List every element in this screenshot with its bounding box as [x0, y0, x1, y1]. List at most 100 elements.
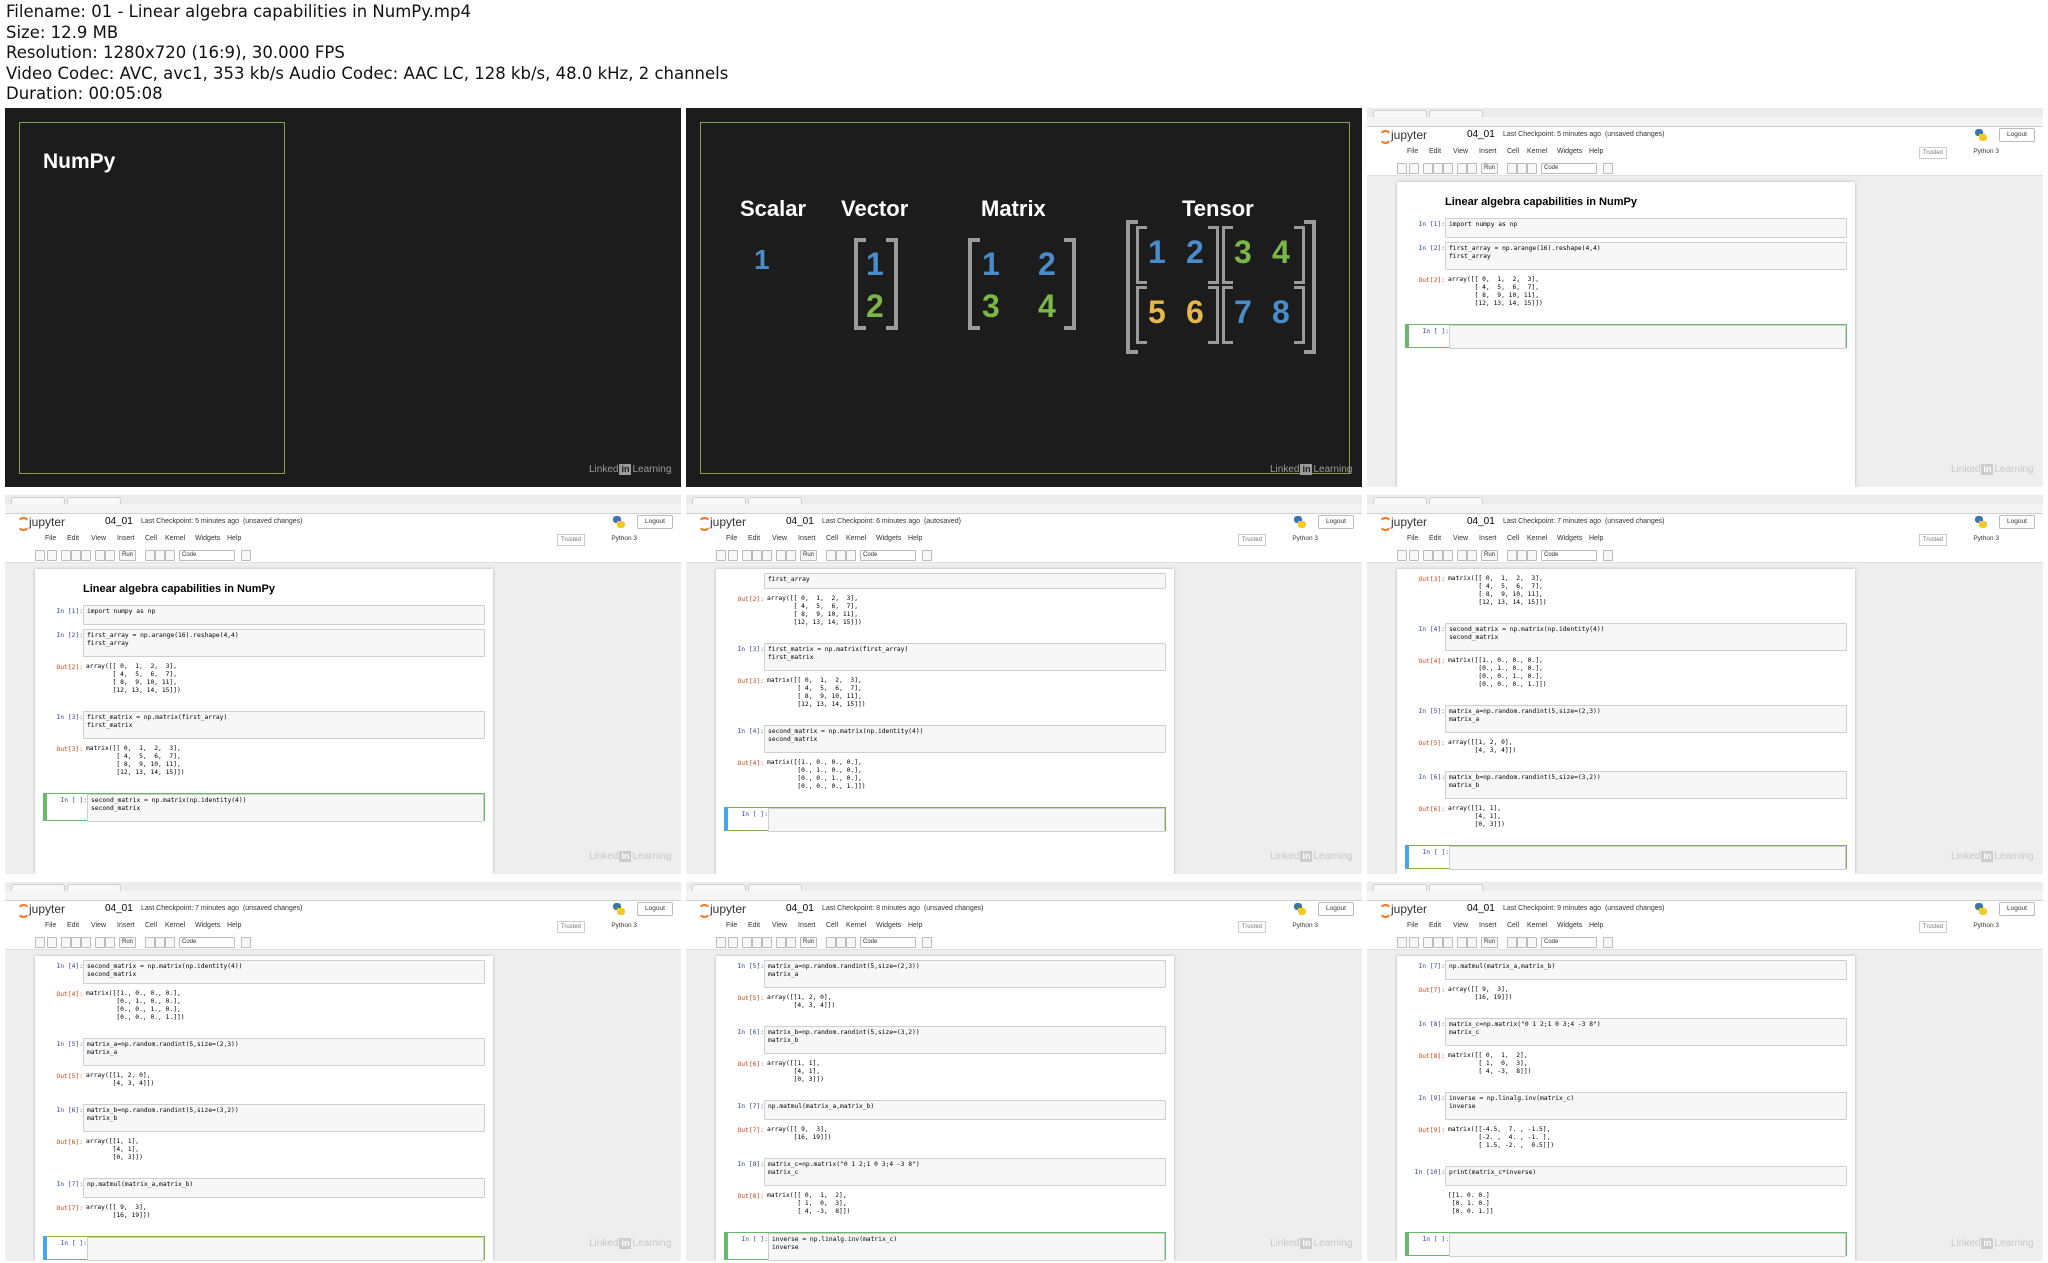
- cut-icon[interactable]: [61, 937, 71, 948]
- code-editor[interactable]: matrix_b=np.random.randint(5,size=(3,2))…: [83, 1104, 485, 1132]
- code-editor[interactable]: matrix_b=np.random.randint(5,size=(3,2))…: [1445, 771, 1847, 799]
- menu-kernel[interactable]: Kernel: [1527, 148, 1547, 155]
- keyboard-icon[interactable]: [1603, 163, 1613, 174]
- code-cell[interactable]: In [8]: matrix_c=np.matrix("0 1 2;1 0 3;4…: [724, 1158, 1166, 1186]
- paste-icon[interactable]: [1443, 163, 1453, 174]
- address-bar[interactable]: [686, 891, 1362, 900]
- code-cell[interactable]: In [7]: np.matmul(matrix_a,matrix_b): [724, 1100, 1166, 1120]
- logout-button[interactable]: Logout: [637, 902, 673, 916]
- menu-help[interactable]: Help: [908, 922, 922, 929]
- add-cell-icon[interactable]: [728, 550, 738, 561]
- menu-file[interactable]: File: [1407, 535, 1418, 542]
- logout-button[interactable]: Logout: [1999, 515, 2035, 529]
- restart-icon[interactable]: [155, 937, 165, 948]
- fast-forward-icon[interactable]: [165, 937, 175, 948]
- code-cell[interactable]: In [6]: matrix_b=np.random.randint(5,size…: [1405, 771, 1847, 799]
- menu-kernel[interactable]: Kernel: [165, 922, 185, 929]
- menu-help[interactable]: Help: [1589, 922, 1603, 929]
- notebook-name[interactable]: 04_01: [786, 903, 814, 914]
- code-cell[interactable]: In [6]: matrix_b=np.random.randint(5,size…: [43, 1104, 485, 1132]
- paste-icon[interactable]: [1443, 937, 1453, 948]
- notebook-name[interactable]: 04_01: [1467, 516, 1495, 527]
- menu-help[interactable]: Help: [908, 535, 922, 542]
- code-cell[interactable]: In [4]: second_matrix = np.matrix(np.iden…: [43, 960, 485, 984]
- code-editor[interactable]: np.matmul(matrix_a,matrix_b): [1445, 960, 1847, 980]
- menu-cell[interactable]: Cell: [1507, 148, 1519, 155]
- code-cell[interactable]: In [5]: matrix_a=np.random.randint(5,size…: [724, 960, 1166, 988]
- save-icon[interactable]: [1397, 550, 1407, 561]
- cut-icon[interactable]: [1423, 937, 1433, 948]
- copy-icon[interactable]: [1433, 937, 1443, 948]
- move-up-icon[interactable]: [1457, 937, 1467, 948]
- menu-help[interactable]: Help: [227, 535, 241, 542]
- code-cell[interactable]: In [2]: first_array = np.arange(16).resha…: [1405, 242, 1847, 270]
- copy-icon[interactable]: [1433, 163, 1443, 174]
- code-editor[interactable]: second_matrix = np.matrix(np.identity(4)…: [1445, 623, 1847, 651]
- menu-file[interactable]: File: [1407, 922, 1418, 929]
- code-editor[interactable]: inverse = np.linalg.inv(matrix_c) invers…: [1445, 1092, 1847, 1120]
- code-cell[interactable]: In [ ]: second_matrix = np.matrix(np.iden…: [43, 793, 485, 822]
- fast-forward-icon[interactable]: [165, 550, 175, 561]
- menu-insert[interactable]: Insert: [117, 922, 135, 929]
- notebook-page[interactable]: In [7]: np.matmul(matrix_a,matrix_b) Out[7…: [1397, 956, 1855, 1261]
- menu-widgets[interactable]: Widgets: [876, 922, 901, 929]
- address-bar[interactable]: [5, 504, 681, 513]
- menu-insert[interactable]: Insert: [117, 535, 135, 542]
- code-cell[interactable]: In [5]: matrix_a=np.random.randint(5,size…: [1405, 705, 1847, 733]
- code-editor[interactable]: matrix_a=np.random.randint(5,size=(2,3))…: [764, 960, 1166, 988]
- restart-icon[interactable]: [1517, 163, 1527, 174]
- cell-type-select[interactable]: Code: [1541, 550, 1597, 561]
- menu-kernel[interactable]: Kernel: [1527, 535, 1547, 542]
- cell-type-select[interactable]: Code: [179, 937, 235, 948]
- code-editor[interactable]: matrix_c=np.matrix("0 1 2;1 0 3;4 -3 8")…: [1445, 1018, 1847, 1046]
- trusted-badge[interactable]: Trusted: [1237, 921, 1266, 933]
- code-editor[interactable]: [87, 1237, 484, 1261]
- add-cell-icon[interactable]: [1409, 550, 1419, 561]
- cut-icon[interactable]: [742, 937, 752, 948]
- menu-edit[interactable]: Edit: [67, 535, 79, 542]
- save-icon[interactable]: [716, 550, 726, 561]
- menu-kernel[interactable]: Kernel: [846, 535, 866, 542]
- code-editor[interactable]: matrix_c=np.matrix("0 1 2;1 0 3;4 -3 8")…: [764, 1158, 1166, 1186]
- menu-insert[interactable]: Insert: [798, 535, 816, 542]
- code-cell[interactable]: In [4]: second_matrix = np.matrix(np.iden…: [1405, 623, 1847, 651]
- copy-icon[interactable]: [71, 937, 81, 948]
- add-cell-icon[interactable]: [1409, 163, 1419, 174]
- move-up-icon[interactable]: [95, 937, 105, 948]
- menu-cell[interactable]: Cell: [145, 535, 157, 542]
- code-cell[interactable]: In [8]: matrix_c=np.matrix("0 1 2;1 0 3;4…: [1405, 1018, 1847, 1046]
- save-icon[interactable]: [1397, 163, 1407, 174]
- run-button[interactable]: Run: [119, 550, 137, 561]
- move-down-icon[interactable]: [1467, 937, 1477, 948]
- code-cell[interactable]: In [ ]:: [1405, 1232, 1847, 1257]
- menu-edit[interactable]: Edit: [1429, 148, 1441, 155]
- address-bar[interactable]: [1367, 891, 2043, 900]
- menu-edit[interactable]: Edit: [1429, 922, 1441, 929]
- notebook-page[interactable]: Out[3]: matrix([[ 0, 1, 2, 3], [ 4, 5, 6,…: [1397, 569, 1855, 874]
- address-bar[interactable]: [686, 504, 1362, 513]
- run-button[interactable]: Run: [800, 937, 818, 948]
- menu-cell[interactable]: Cell: [826, 535, 838, 542]
- notebook-page[interactable]: Linear algebra capabilities in NumPy In […: [35, 569, 493, 874]
- stop-icon[interactable]: [1507, 937, 1517, 948]
- jupyter-logo[interactable]: jupyter: [1379, 128, 1427, 144]
- move-down-icon[interactable]: [1467, 163, 1477, 174]
- keyboard-icon[interactable]: [922, 550, 932, 561]
- save-icon[interactable]: [1397, 937, 1407, 948]
- run-button[interactable]: Run: [1481, 937, 1499, 948]
- code-editor[interactable]: matrix_b=np.random.randint(5,size=(3,2))…: [764, 1026, 1166, 1054]
- menu-help[interactable]: Help: [1589, 148, 1603, 155]
- code-cell[interactable]: In [3]: first_matrix = np.matrix(first_ar…: [724, 643, 1166, 671]
- logout-button[interactable]: Logout: [1999, 902, 2035, 916]
- notebook-name[interactable]: 04_01: [105, 516, 133, 527]
- menu-file[interactable]: File: [45, 922, 56, 929]
- menu-insert[interactable]: Insert: [798, 922, 816, 929]
- code-cell[interactable]: In [3]: first_matrix = np.matrix(first_ar…: [43, 711, 485, 739]
- menu-edit[interactable]: Edit: [67, 922, 79, 929]
- code-editor[interactable]: [1449, 325, 1846, 349]
- stop-icon[interactable]: [145, 550, 155, 561]
- code-editor[interactable]: first_array = np.arange(16).reshape(4,4)…: [1445, 242, 1847, 270]
- code-editor[interactable]: [1449, 846, 1846, 870]
- code-editor[interactable]: inverse = np.linalg.inv(matrix_c) invers…: [768, 1233, 1165, 1261]
- keyboard-icon[interactable]: [1603, 550, 1613, 561]
